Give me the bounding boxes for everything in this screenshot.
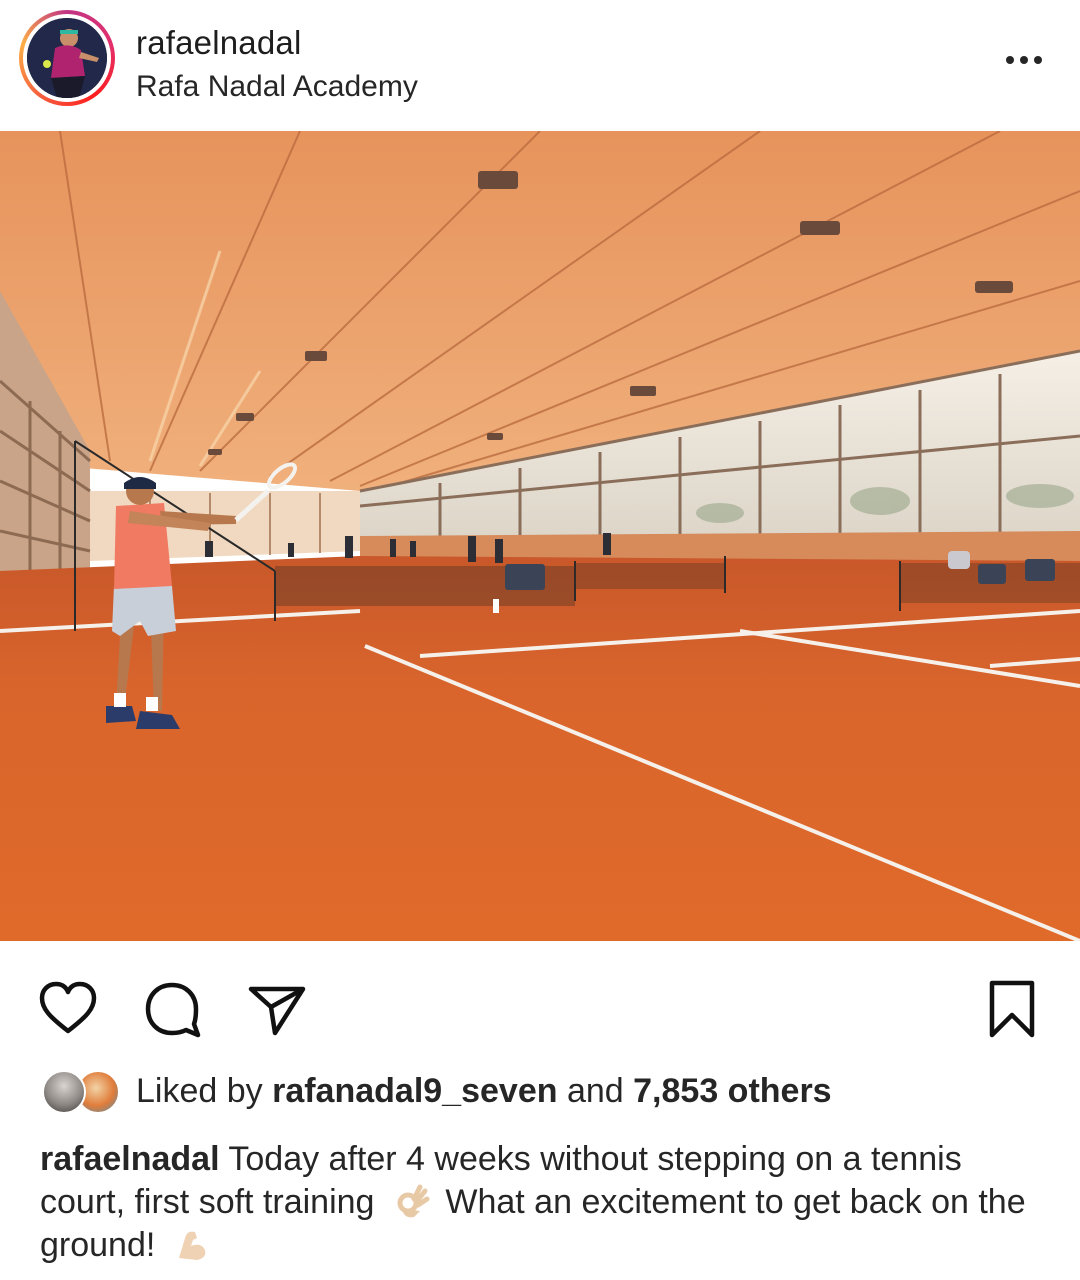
likes-prefix: Liked by [136, 1072, 263, 1110]
post-header: rafaelnadal Rafa Nadal Academy [0, 0, 1080, 130]
likes-text: Liked by rafanadal9_seven and 7,853 othe… [136, 1072, 832, 1111]
likes-connector: and [566, 1072, 624, 1110]
tennis-court-photo [0, 131, 1080, 941]
comment-button[interactable] [140, 977, 204, 1041]
likes-count[interactable]: 7,853 others [633, 1072, 831, 1110]
ok-hand-emoji-icon [397, 1184, 430, 1218]
liker-username[interactable]: rafanadal9_seven [272, 1072, 557, 1110]
more-horizontal-icon [1006, 56, 1042, 64]
post-photo[interactable] [0, 131, 1080, 941]
caption-username[interactable]: rafaelnadal [40, 1140, 220, 1178]
post-username[interactable]: rafaelnadal [136, 24, 302, 62]
profile-photo [27, 18, 107, 98]
comment-icon [145, 982, 201, 1038]
save-button[interactable] [980, 977, 1044, 1041]
avatar [42, 1070, 86, 1114]
profile-photo-image [27, 18, 107, 98]
post-caption: rafaelnadal Today after 4 weeks without … [40, 1138, 1050, 1267]
likes-summary: Liked by rafanadal9_seven and 7,853 othe… [40, 1068, 1040, 1118]
more-options-button[interactable] [1000, 48, 1048, 72]
avatar[interactable] [19, 10, 115, 106]
heart-icon [39, 981, 97, 1034]
like-button[interactable] [36, 977, 100, 1041]
liker-avatars[interactable] [40, 1070, 122, 1116]
post-location[interactable]: Rafa Nadal Academy [136, 70, 418, 104]
instagram-post: rafaelnadal Rafa Nadal Academy Liked by … [0, 0, 1080, 1280]
bookmark-icon [989, 980, 1035, 1038]
post-actions [0, 965, 1080, 1045]
share-button[interactable] [245, 977, 309, 1041]
paper-plane-icon [248, 986, 306, 1036]
flexed-biceps-emoji-icon [178, 1231, 206, 1260]
